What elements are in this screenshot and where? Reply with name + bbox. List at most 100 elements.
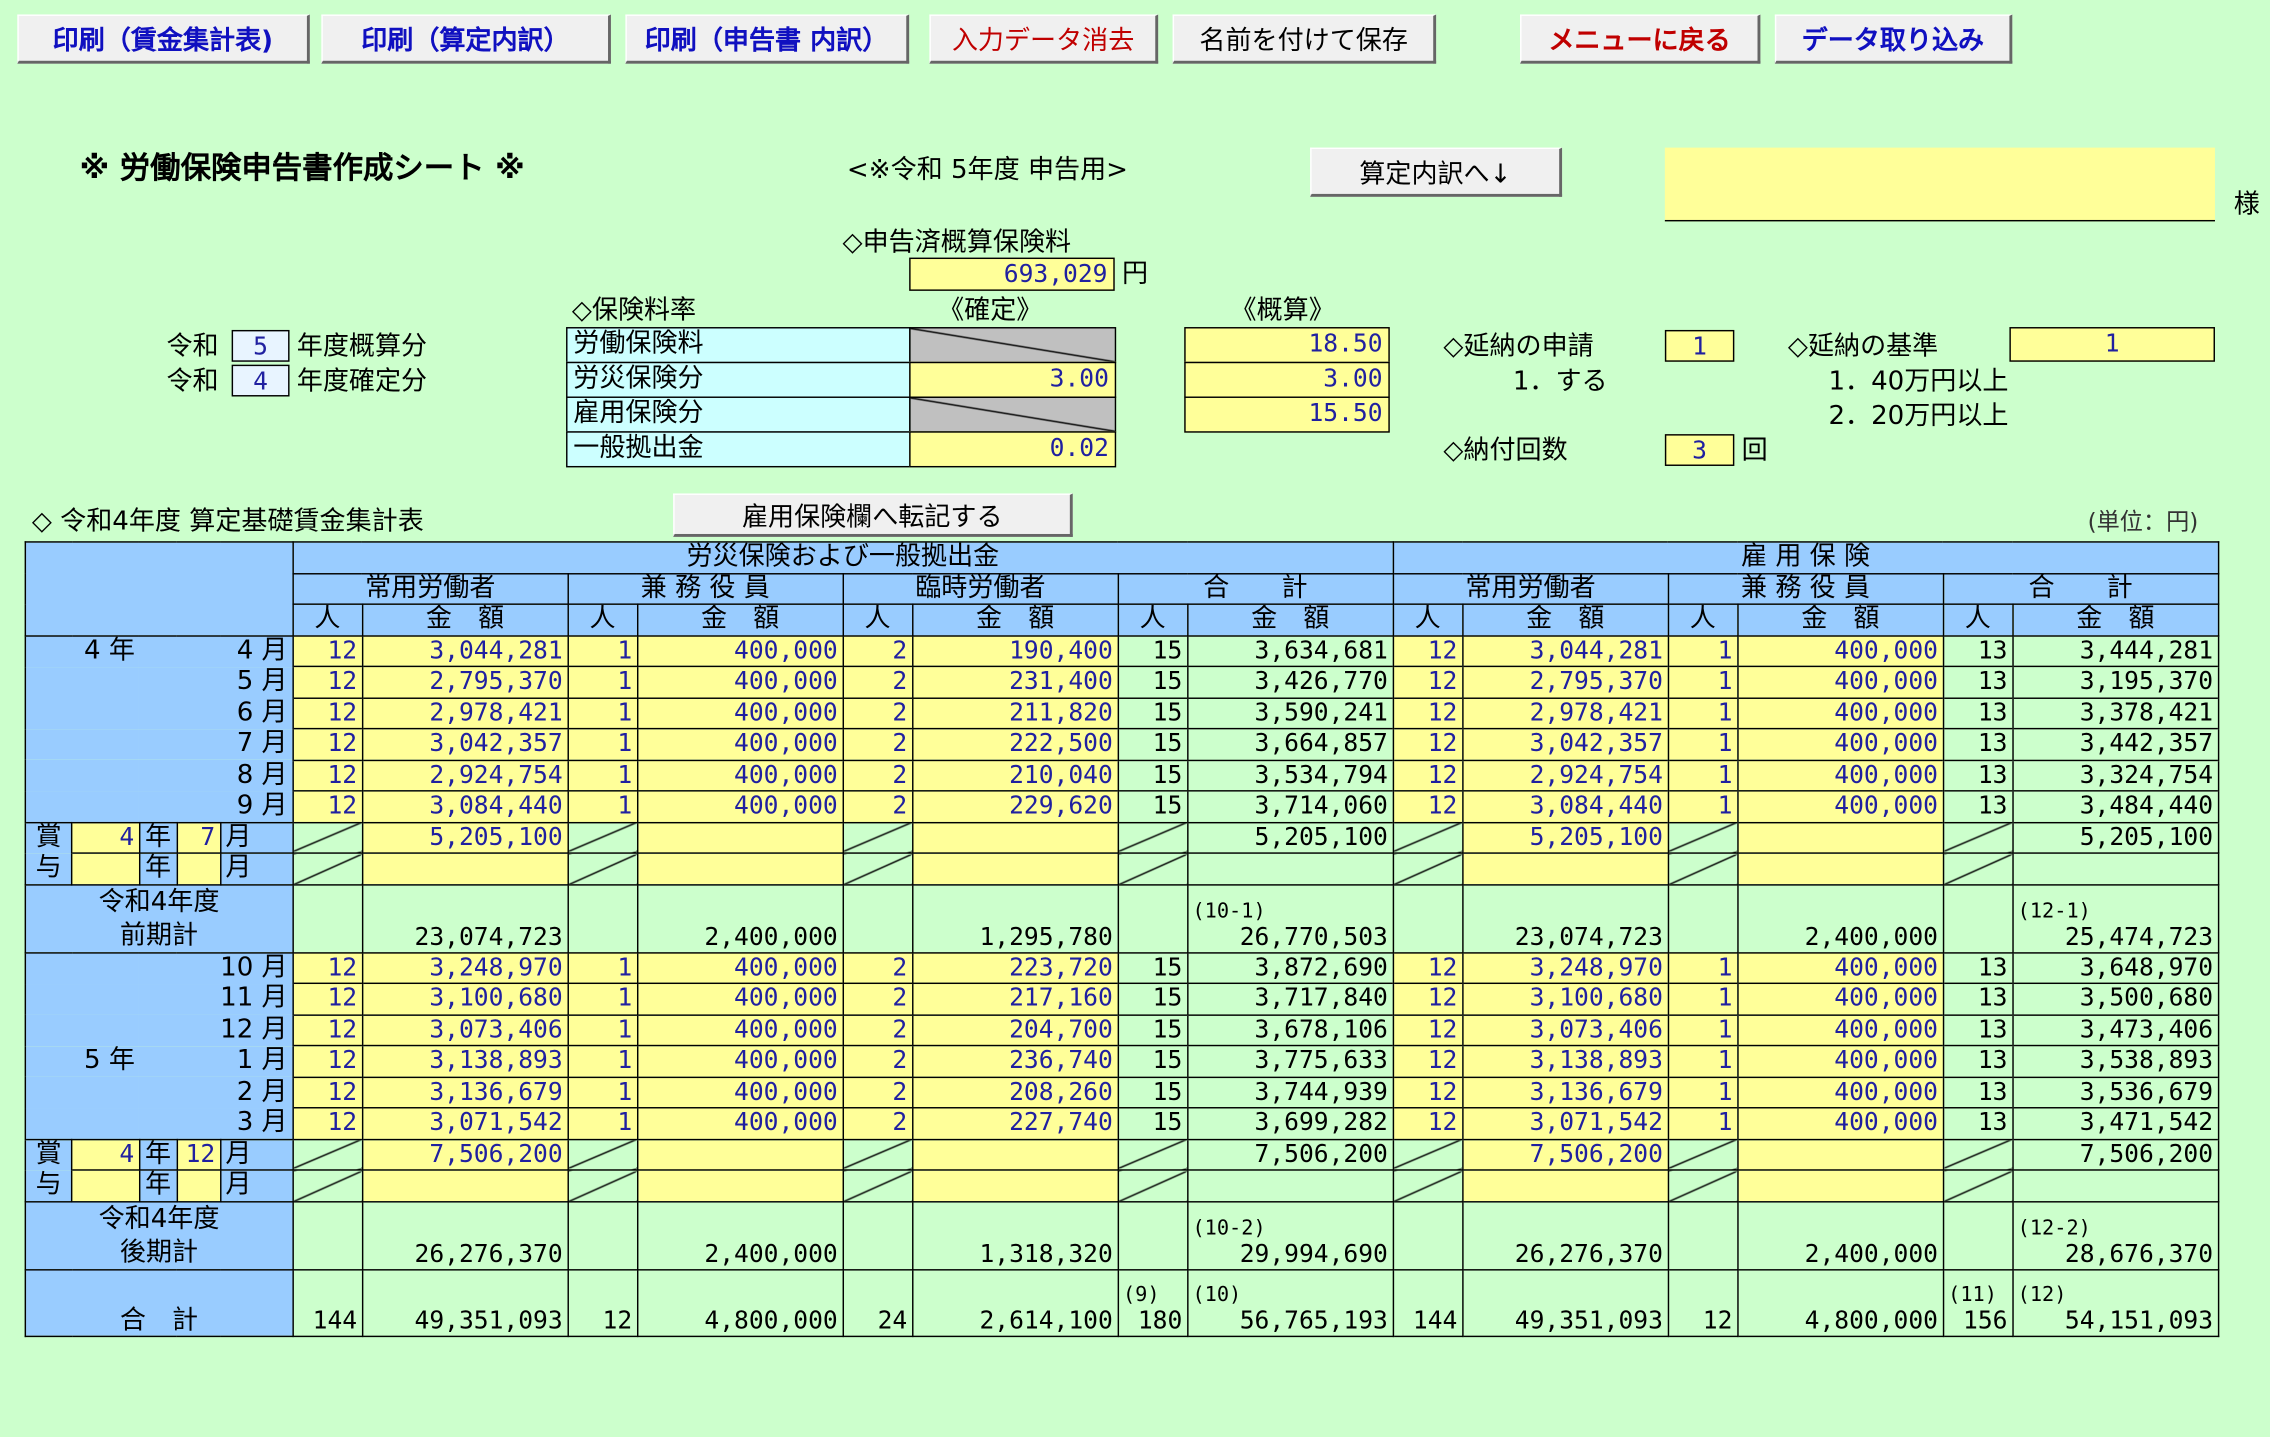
amount-cell[interactable]: 400,000 (636, 1044, 844, 1078)
count-cell[interactable]: 1 (567, 951, 638, 985)
amount-cell[interactable] (361, 1169, 569, 1202)
goto-calc-button[interactable]: 算定内訳へ↓ (1310, 147, 1563, 197)
amount-cell[interactable]: 7,506,200 (361, 1138, 569, 1171)
amount-cell[interactable]: 3,071,542 (361, 1107, 569, 1140)
count-cell[interactable]: 2 (842, 982, 914, 1016)
count-cell[interactable]: 1 (567, 1013, 638, 1047)
count-cell[interactable]: 12 (1392, 982, 1464, 1016)
amount-cell[interactable]: 400,000 (1736, 951, 1944, 985)
amount-cell[interactable] (1736, 1138, 1944, 1171)
count-cell[interactable]: 12 (1392, 790, 1464, 823)
deferral-apply-field[interactable]: 1 (1664, 329, 1735, 362)
count-cell[interactable]: 2 (842, 951, 914, 985)
amount-cell[interactable]: 208,260 (911, 1075, 1119, 1109)
count-cell[interactable]: 1 (1667, 1044, 1739, 1078)
amount-cell[interactable]: 2,978,421 (1461, 696, 1669, 730)
count-cell[interactable]: 2 (842, 790, 914, 823)
gaisan-year-field[interactable]: 5 (231, 329, 290, 362)
count-cell[interactable]: 12 (1392, 696, 1464, 730)
import-button[interactable]: データ取り込み (1774, 14, 2013, 64)
rate-gaisan-cell[interactable]: 3.00 (1184, 361, 1390, 398)
count-cell[interactable]: 1 (1667, 696, 1739, 730)
kakutei-year-field[interactable]: 4 (231, 364, 290, 397)
amount-cell[interactable]: 231,400 (911, 665, 1119, 699)
amount-cell[interactable]: 236,740 (911, 1044, 1119, 1078)
count-cell[interactable]: 12 (291, 1107, 363, 1140)
count-cell[interactable]: 1 (1667, 790, 1739, 823)
bonus-year-field[interactable] (71, 1169, 140, 1202)
amount-cell[interactable]: 2,924,754 (1461, 759, 1669, 792)
rate-kakutei-cell[interactable]: 0.02 (909, 431, 1117, 468)
clear-data-button[interactable]: 入力データ消去 (929, 14, 1159, 64)
amount-cell[interactable]: 400,000 (1736, 982, 1944, 1016)
count-cell[interactable]: 1 (1667, 727, 1739, 761)
count-cell[interactable]: 12 (1392, 1075, 1464, 1109)
count-cell[interactable]: 12 (291, 1044, 363, 1078)
amount-cell[interactable]: 400,000 (1736, 696, 1944, 730)
count-cell[interactable]: 2 (842, 665, 914, 699)
amount-cell[interactable]: 400,000 (1736, 727, 1944, 761)
amount-cell[interactable]: 400,000 (1736, 634, 1944, 668)
bonus-month-field[interactable] (176, 1169, 222, 1202)
count-cell[interactable]: 12 (1392, 1107, 1464, 1140)
amount-cell[interactable]: 190,400 (911, 634, 1119, 668)
amount-cell[interactable]: 3,071,542 (1461, 1107, 1669, 1140)
rate-gaisan-cell[interactable]: 15.50 (1184, 396, 1390, 433)
amount-cell[interactable] (1736, 821, 1944, 854)
amount-cell[interactable]: 210,040 (911, 759, 1119, 792)
bonus-month-field[interactable]: 12 (176, 1138, 222, 1171)
amount-cell[interactable]: 400,000 (636, 1013, 844, 1047)
count-cell[interactable]: 12 (291, 759, 363, 792)
amount-cell[interactable]: 211,820 (911, 696, 1119, 730)
count-cell[interactable]: 2 (842, 696, 914, 730)
amount-cell[interactable]: 400,000 (1736, 1075, 1944, 1109)
count-cell[interactable]: 12 (291, 790, 363, 823)
amount-cell[interactable] (1461, 852, 1669, 885)
count-cell[interactable]: 2 (842, 1075, 914, 1109)
amount-cell[interactable]: 400,000 (1736, 1044, 1944, 1078)
amount-cell[interactable]: 204,700 (911, 1013, 1119, 1047)
count-cell[interactable]: 12 (291, 665, 363, 699)
count-cell[interactable]: 12 (1392, 759, 1464, 792)
amount-cell[interactable]: 400,000 (1736, 790, 1944, 823)
amount-cell[interactable]: 400,000 (636, 1075, 844, 1109)
amount-cell[interactable]: 3,138,893 (1461, 1044, 1669, 1078)
count-cell[interactable]: 1 (567, 1075, 638, 1109)
bonus-year-field[interactable]: 4 (71, 821, 140, 854)
count-cell[interactable]: 12 (1392, 634, 1464, 668)
declared-premium-value[interactable]: 693,029 (909, 257, 1115, 291)
amount-cell[interactable]: 3,136,679 (1461, 1075, 1669, 1109)
amount-cell[interactable]: 7,506,200 (1461, 1138, 1669, 1171)
count-cell[interactable]: 1 (1667, 1075, 1739, 1109)
count-cell[interactable]: 1 (567, 634, 638, 668)
count-cell[interactable]: 12 (291, 727, 363, 761)
amount-cell[interactable]: 2,924,754 (361, 759, 569, 792)
count-cell[interactable]: 2 (842, 759, 914, 792)
count-cell[interactable]: 1 (1667, 1107, 1739, 1140)
amount-cell[interactable]: 3,138,893 (361, 1044, 569, 1078)
deferral-basis-field[interactable]: 1 (2009, 327, 2215, 362)
amount-cell[interactable]: 400,000 (636, 696, 844, 730)
amount-cell[interactable]: 222,500 (911, 727, 1119, 761)
bonus-year-field[interactable]: 4 (71, 1138, 140, 1171)
amount-cell[interactable] (1461, 1169, 1669, 1202)
amount-cell[interactable]: 400,000 (636, 1107, 844, 1140)
amount-cell[interactable] (636, 1138, 844, 1171)
amount-cell[interactable]: 3,073,406 (1461, 1013, 1669, 1047)
amount-cell[interactable] (911, 821, 1119, 854)
menu-button[interactable]: メニューに戻る (1520, 14, 1761, 64)
amount-cell[interactable]: 217,160 (911, 982, 1119, 1016)
amount-cell[interactable] (636, 821, 844, 854)
count-cell[interactable]: 2 (842, 1044, 914, 1078)
count-cell[interactable]: 1 (1667, 634, 1739, 668)
amount-cell[interactable]: 223,720 (911, 951, 1119, 985)
amount-cell[interactable] (1736, 852, 1944, 885)
count-cell[interactable]: 12 (291, 696, 363, 730)
amount-cell[interactable]: 400,000 (636, 665, 844, 699)
count-cell[interactable]: 1 (1667, 759, 1739, 792)
count-cell[interactable]: 1 (567, 790, 638, 823)
bonus-month-field[interactable] (176, 852, 222, 885)
amount-cell[interactable]: 2,795,370 (361, 665, 569, 699)
count-cell[interactable]: 12 (291, 634, 363, 668)
count-cell[interactable]: 1 (567, 759, 638, 792)
